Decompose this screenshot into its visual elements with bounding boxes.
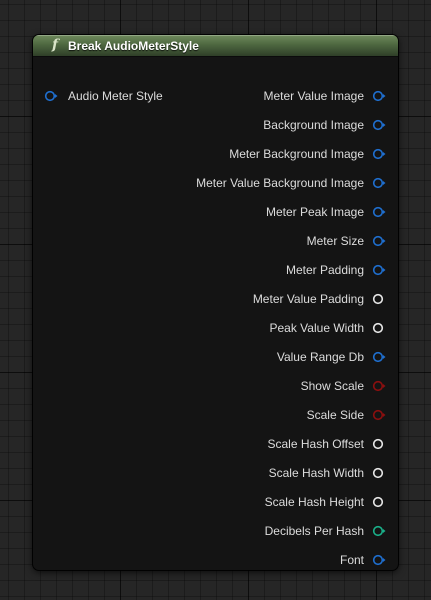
output-pin-row-scale-hash-width[interactable]: Scale Hash Width [269,463,386,483]
output-pin-row-meter-background-image[interactable]: Meter Background Image [229,144,386,164]
struct-pin-icon[interactable] [372,147,386,161]
struct-pin-icon[interactable] [44,89,58,103]
output-pin-row-scale-side[interactable]: Scale Side [307,405,386,425]
output-pin-row-scale-hash-offset[interactable]: Scale Hash Offset [268,434,387,454]
pin-label: Audio Meter Style [68,89,163,103]
pin-label: Value Range Db [276,350,364,364]
node-title: Break AudioMeterStyle [68,38,199,53]
output-pin-row-meter-size[interactable]: Meter Size [307,231,386,251]
struct-pin-icon[interactable] [372,176,386,190]
pin-label: Decibels Per Hash [264,524,364,538]
struct-pin-icon[interactable] [372,553,386,567]
bool-pin-icon[interactable] [372,379,386,393]
node-header[interactable]: f Break AudioMeterStyle [33,35,398,57]
output-pin-row-peak-value-width[interactable]: Peak Value Width [270,318,387,338]
output-pin-row-font[interactable]: Font [340,550,386,570]
pin-label: Scale Hash Height [264,495,364,509]
node-body: Audio Meter Style Meter Value Image Backgr… [33,57,398,570]
struct-pin-icon[interactable] [372,524,386,538]
graph-canvas[interactable]: f Break AudioMeterStyle Audio Meter Styl… [0,0,431,600]
struct-pin-icon[interactable] [372,118,386,132]
output-pin-row-meter-peak-image[interactable]: Meter Peak Image [266,202,386,222]
pin-label: Show Scale [300,379,364,393]
struct-pin-icon[interactable] [372,205,386,219]
float-pin-icon[interactable] [372,495,386,509]
pin-label: Background Image [263,118,364,132]
pin-label: Font [339,553,364,567]
function-icon: f [51,37,59,53]
pin-label: Scale Side [306,408,364,422]
pin-label: Meter Padding [285,263,364,277]
pin-label: Meter Value Background Image [196,176,364,190]
float-pin-icon[interactable] [372,437,386,451]
struct-pin-icon[interactable] [372,263,386,277]
pin-label: Meter Size [306,234,364,248]
struct-pin-icon[interactable] [372,89,386,103]
float-pin-icon[interactable] [372,466,386,480]
pin-label: Meter Value Image [263,89,365,103]
struct-pin-icon[interactable] [372,234,386,248]
output-pin-row-meter-value-image[interactable]: Meter Value Image [264,86,387,106]
pin-label: Peak Value Width [269,321,365,335]
output-pin-row-show-scale[interactable]: Show Scale [301,376,386,396]
pin-label: Meter Value Padding [252,292,364,306]
output-pin-row-decibels-per-hash[interactable]: Decibels Per Hash [265,521,386,541]
struct-pin-icon[interactable] [372,350,386,364]
bool-pin-icon[interactable] [372,408,386,422]
output-pin-row-background-image[interactable]: Background Image [263,115,386,135]
break-audio-meter-style-node[interactable]: f Break AudioMeterStyle Audio Meter Styl… [33,35,398,570]
output-pin-row-meter-value-background-image[interactable]: Meter Value Background Image [196,173,386,193]
pin-label: Scale Hash Offset [267,437,365,451]
output-pin-row-meter-padding[interactable]: Meter Padding [286,260,386,280]
output-pin-row-meter-value-padding[interactable]: Meter Value Padding [253,289,386,309]
float-pin-icon[interactable] [372,292,386,306]
pin-label: Scale Hash Width [268,466,364,480]
pin-label: Meter Peak Image [265,205,364,219]
output-pin-row-scale-hash-height[interactable]: Scale Hash Height [265,492,386,512]
output-pin-row-value-range-db[interactable]: Value Range Db [277,347,386,367]
float-pin-icon[interactable] [372,321,386,335]
pin-label: Meter Background Image [229,147,364,161]
input-pin-row-audio-meter-style[interactable]: Audio Meter Style [44,86,163,106]
